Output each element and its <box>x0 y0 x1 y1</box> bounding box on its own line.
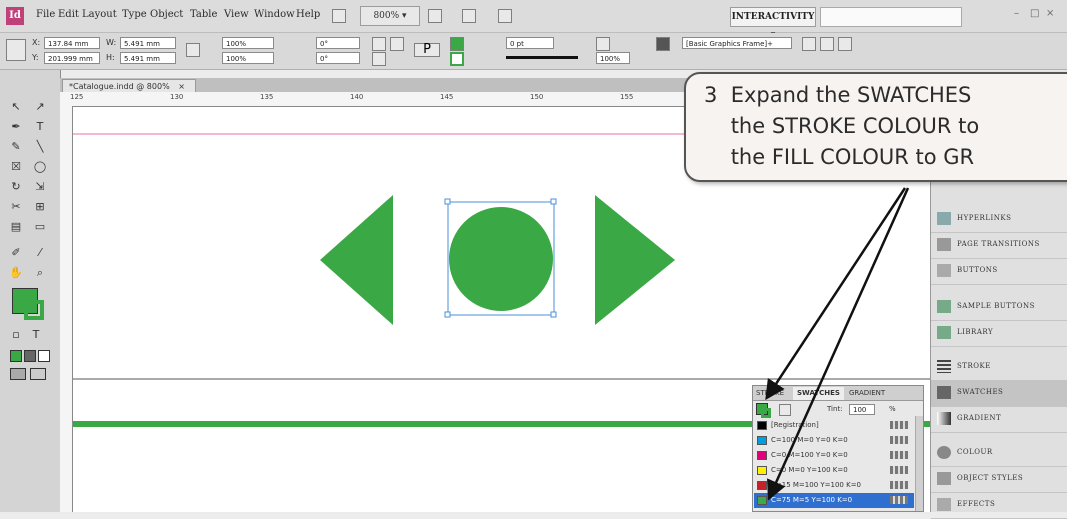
arrow-to-stroke-box <box>765 187 907 401</box>
callout-line: 3 Expand the SWATCHES <box>704 83 972 107</box>
callout-line: the FILL COLOUR to GR <box>704 145 975 169</box>
arrow-to-green-swatch <box>767 187 910 501</box>
callout-text: 3 Expand the SWATCHES the STROKE COLOUR … <box>704 80 979 173</box>
instruction-callout: 3 Expand the SWATCHES the STROKE COLOUR … <box>684 72 1067 182</box>
callout-line: the STROKE COLOUR to <box>704 114 980 138</box>
